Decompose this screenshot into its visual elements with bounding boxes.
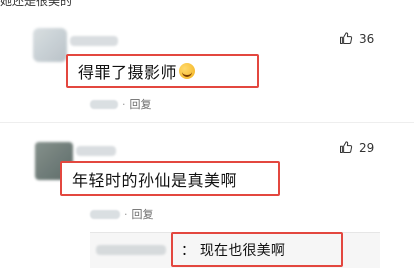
laughing-emoji-icon — [179, 63, 196, 79]
comment-2-reply-row: · 回复 — [90, 206, 154, 222]
comment-1-highlight: 得罪了摄影师 — [66, 54, 259, 88]
thumbs-up-icon — [340, 32, 353, 44]
avatar[interactable] — [33, 28, 67, 62]
thumbs-up-icon — [340, 141, 353, 153]
divider — [0, 122, 414, 123]
comment-2-reply-button[interactable]: 回复 — [132, 206, 154, 222]
comment-1-reply-button[interactable]: 回复 — [130, 96, 152, 112]
comment-2-text: 年轻时的孙仙是真美啊 — [72, 170, 238, 190]
sub-reply-highlight: ： 现在也很美啊 — [171, 232, 343, 267]
username-blur — [70, 36, 118, 46]
separator-dot: · — [122, 97, 126, 111]
comment-1-reply-row: · 回复 — [90, 96, 152, 112]
comment-2-like[interactable]: 29 — [338, 140, 374, 155]
comment-1-like[interactable]: 36 — [338, 31, 374, 46]
comment-2-highlight: 年轻时的孙仙是真美啊 — [60, 161, 280, 196]
sub-reply-user-blur — [96, 245, 166, 255]
comment-1-like-count: 36 — [359, 31, 375, 46]
top-snippet: 她还是很美的 — [0, 0, 73, 8]
comment-2-like-count: 29 — [359, 140, 375, 155]
comment-1-text: 得罪了摄影师 — [78, 63, 178, 82]
username-blur — [76, 146, 116, 156]
comment-2-time-blur — [90, 209, 120, 219]
sub-reply-text: ： 现在也很美啊 — [181, 242, 286, 259]
comment-1-time-blur — [90, 99, 118, 109]
separator-dot: · — [124, 207, 128, 221]
